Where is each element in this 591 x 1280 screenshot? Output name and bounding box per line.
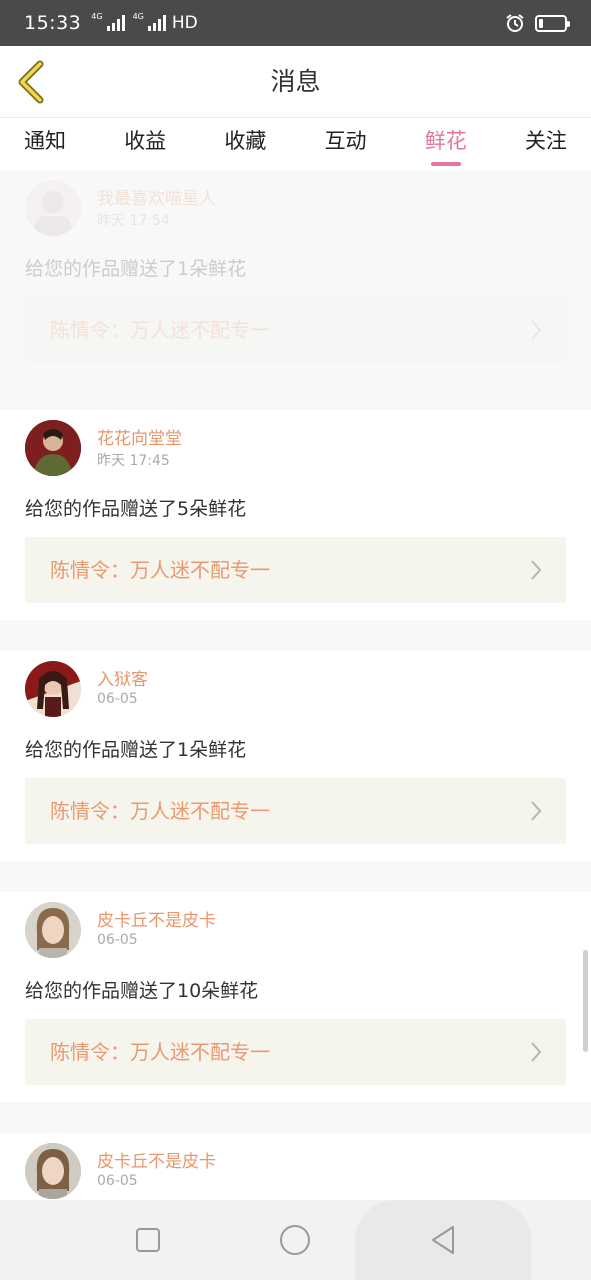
chevron-right-icon <box>531 1042 542 1062</box>
network-type-2: 4G <box>132 12 144 21</box>
timestamp: 昨天 17:45 <box>97 453 170 469</box>
triangle-back-icon <box>432 1226 454 1254</box>
tab-following[interactable]: 关注 <box>525 118 567 170</box>
tab-bar: 通知 收益 收藏 互动 鲜花 关注 <box>0 118 591 170</box>
recents-button[interactable] <box>124 1216 172 1264</box>
square-icon <box>136 1228 160 1252</box>
tab-favorites[interactable]: 收藏 <box>224 118 266 170</box>
page-title: 消息 <box>270 67 321 96</box>
avatar[interactable] <box>25 902 81 958</box>
work-title: 陈情令：万人迷不配专一 <box>50 1040 270 1064</box>
system-nav-bar <box>0 1200 591 1280</box>
gift-message: 给您的作品赠送了1朵鲜花 <box>25 739 247 761</box>
gift-message: 给您的作品赠送了5朵鲜花 <box>25 498 247 520</box>
list-item: 花花向堂堂 昨天 17:45 给您的作品赠送了5朵鲜花 陈情令：万人迷不配专一 <box>0 410 591 620</box>
work-title: 陈情令：万人迷不配专一 <box>50 799 270 823</box>
home-button[interactable] <box>271 1216 319 1264</box>
tab-flowers[interactable]: 鲜花 <box>425 118 467 170</box>
timestamp: 06-05 <box>97 691 138 707</box>
gift-message: 给您的作品赠送了10朵鲜花 <box>25 980 259 1002</box>
chevron-right-icon <box>531 801 542 821</box>
flower-message-list[interactable]: 我最喜欢喵星人 昨天 17:54 给您的作品赠送了1朵鲜花 陈情令：万人迷不配专… <box>0 170 591 1200</box>
back-button[interactable] <box>14 60 54 104</box>
work-title: 陈情令：万人迷不配专一 <box>50 558 270 582</box>
battery-icon <box>535 14 570 32</box>
username[interactable]: 皮卡丘不是皮卡 <box>97 906 216 931</box>
username[interactable]: 皮卡丘不是皮卡 <box>97 1147 216 1172</box>
chevron-right-icon <box>531 320 542 340</box>
work-link[interactable]: 陈情令：万人迷不配专一 <box>25 297 566 363</box>
scrollbar[interactable] <box>583 950 588 1052</box>
gift-message: 给您的作品赠送了1朵鲜花 <box>25 258 247 280</box>
tab-interactions[interactable]: 互动 <box>325 118 367 170</box>
chevron-left-icon <box>18 60 44 104</box>
username[interactable]: 花花向堂堂 <box>97 424 182 449</box>
signal-indicators: 4G 4G HD <box>91 12 198 34</box>
clock: 15:33 <box>24 12 82 34</box>
list-item: 入狱客 06-05 给您的作品赠送了1朵鲜花 陈情令：万人迷不配专一 <box>0 651 591 861</box>
network-type-1: 4G <box>91 12 103 21</box>
username[interactable]: 入狱客 <box>97 665 148 690</box>
tab-earnings[interactable]: 收益 <box>124 118 166 170</box>
work-link[interactable]: 陈情令：万人迷不配专一 <box>25 537 566 603</box>
timestamp: 06-05 <box>97 1173 138 1189</box>
work-link[interactable]: 陈情令：万人迷不配专一 <box>25 1019 566 1085</box>
nav-back-button[interactable] <box>419 1216 467 1264</box>
avatar[interactable] <box>25 1143 81 1199</box>
circle-icon <box>280 1225 310 1255</box>
top-bar: 消息 <box>0 46 591 118</box>
timestamp: 昨天 17:54 <box>97 213 170 229</box>
work-title: 陈情令：万人迷不配专一 <box>50 318 270 342</box>
alarm-icon <box>506 14 524 32</box>
hd-label: HD <box>171 13 198 33</box>
username[interactable]: 我最喜欢喵星人 <box>97 184 216 209</box>
signal-icon <box>147 15 166 31</box>
list-item: 我最喜欢喵星人 昨天 17:54 给您的作品赠送了1朵鲜花 陈情令：万人迷不配专… <box>0 170 591 396</box>
work-link[interactable]: 陈情令：万人迷不配专一 <box>25 778 566 844</box>
tab-notifications[interactable]: 通知 <box>24 118 66 170</box>
avatar[interactable] <box>25 180 81 236</box>
timestamp: 06-05 <box>97 932 138 948</box>
signal-icon <box>106 15 125 31</box>
list-item: 皮卡丘不是皮卡 06-05 <box>0 1133 591 1200</box>
status-bar: 15:33 4G 4G HD <box>0 0 591 46</box>
chevron-right-icon <box>531 560 542 580</box>
avatar[interactable] <box>25 420 81 476</box>
avatar[interactable] <box>25 661 81 717</box>
list-item: 皮卡丘不是皮卡 06-05 给您的作品赠送了10朵鲜花 陈情令：万人迷不配专一 <box>0 892 591 1102</box>
